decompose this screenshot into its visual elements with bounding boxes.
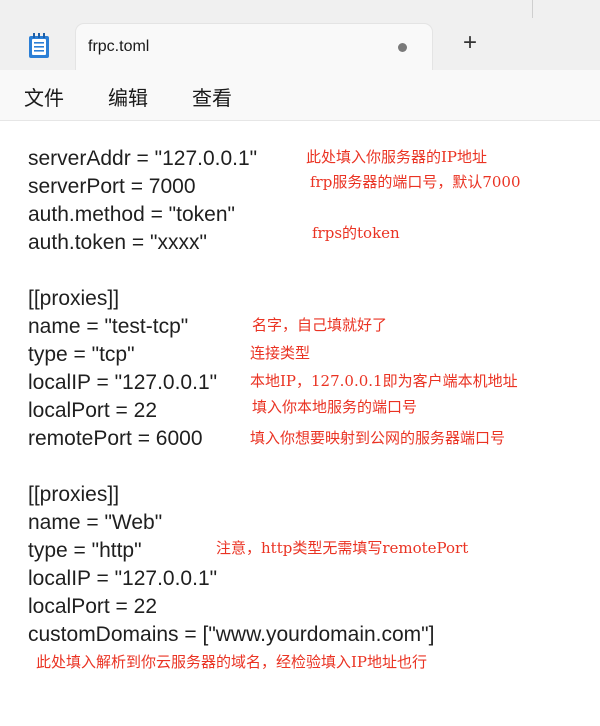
annotation-domain-note: 此处填入解析到你云服务器的域名，经检验填入IP地址也行 [36, 653, 428, 671]
code-line: localIP = "127.0.0.1" [28, 371, 218, 394]
menu-bar: 文件 编辑 查看 [0, 70, 600, 121]
notepad-icon [28, 33, 50, 59]
menu-file[interactable]: 文件 [24, 82, 64, 111]
annotation-type: 连接类型 [250, 344, 311, 362]
new-tab-button[interactable]: + [458, 28, 482, 58]
code-line: type = "tcp" [28, 343, 135, 366]
code-line: serverPort = 7000 [28, 175, 196, 198]
code-line: localIP = "127.0.0.1" [28, 567, 218, 590]
annotation-local-ip: 本地IP，127.0.0.1即为客户端本机地址 [250, 372, 518, 390]
code-line: name = "test-tcp" [28, 315, 189, 338]
editor-text-area[interactable]: serverAddr = "127.0.0.1" serverPort = 70… [0, 121, 600, 726]
tab-title: frpc.toml [88, 38, 150, 55]
code-line: auth.method = "token" [28, 203, 235, 226]
code-line: auth.token = "xxxx" [28, 231, 207, 254]
code-line: [[proxies]] [28, 287, 120, 310]
title-bar: frpc.toml + [0, 0, 600, 70]
code-line: customDomains = ["www.yourdomain.com"] [28, 623, 435, 646]
code-line: localPort = 22 [28, 595, 157, 618]
code-line: type = "http" [28, 539, 142, 562]
window-divider [532, 0, 533, 18]
annotation-server-port: frp服务器的端口号，默认7000 [310, 173, 521, 191]
annotation-remote-port: 填入你想要映射到公网的服务器端口号 [250, 429, 506, 447]
code-line: localPort = 22 [28, 399, 157, 422]
annotation-token: frps的token [312, 224, 400, 242]
unsaved-dot-icon[interactable] [398, 43, 407, 52]
menu-view[interactable]: 查看 [192, 82, 232, 111]
menu-edit[interactable]: 编辑 [108, 82, 148, 111]
code-line: remotePort = 6000 [28, 427, 203, 450]
code-line: [[proxies]] [28, 483, 120, 506]
tab-frpc-toml[interactable]: frpc.toml [76, 24, 432, 70]
code-line: name = "Web" [28, 511, 163, 534]
code-line: serverAddr = "127.0.0.1" [28, 147, 258, 170]
annotation-local-port: 填入你本地服务的端口号 [252, 398, 418, 416]
annotation-server-addr: 此处填入你服务器的IP地址 [306, 148, 488, 166]
annotation-http-note: 注意，http类型无需填写remotePort [216, 539, 469, 557]
annotation-name: 名字，自己填就好了 [252, 316, 388, 334]
